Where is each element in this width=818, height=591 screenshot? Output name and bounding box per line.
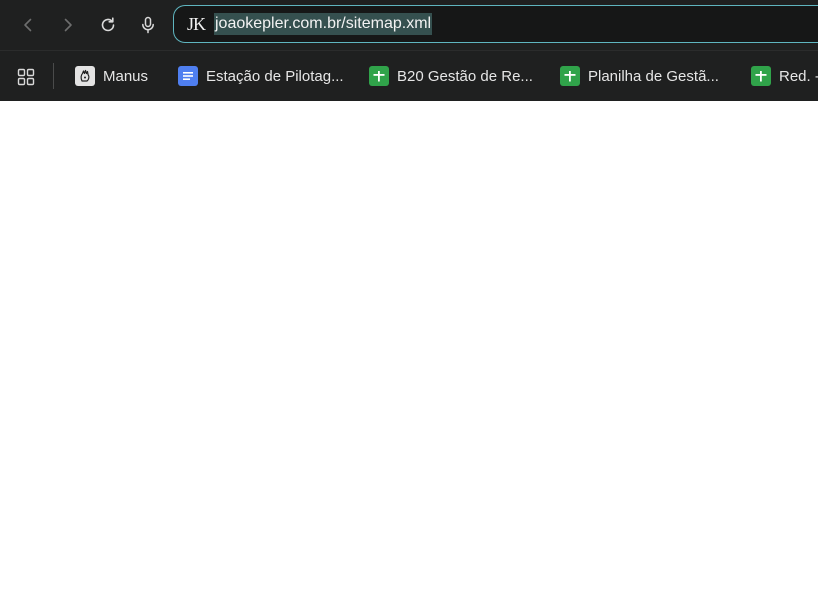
bookmark-label: Red. - xyxy=(779,67,818,85)
bookmarks-divider xyxy=(53,63,54,89)
address-bar[interactable]: JK joaokepler.com.br/sitemap.xml xyxy=(173,5,818,43)
apps-grid-icon xyxy=(16,68,36,91)
bookmark-planilha-de-gestao[interactable]: Planilha de Gestã... xyxy=(560,64,719,88)
reload-icon xyxy=(99,16,117,34)
bookmark-label: Manus xyxy=(103,67,149,85)
bookmark-label: Estação de Pilotag... xyxy=(206,67,344,85)
microphone-icon xyxy=(139,16,157,34)
bookmarks-bar: Manus Estação de Pilotag... B20 Gestão d… xyxy=(0,50,818,101)
manus-icon xyxy=(75,66,95,86)
page-content xyxy=(0,101,818,591)
google-sheets-icon xyxy=(751,66,771,86)
google-sheets-icon xyxy=(369,66,389,86)
bookmark-label: B20 Gestão de Re... xyxy=(397,67,533,85)
bookmark-label: Planilha de Gestã... xyxy=(588,67,719,85)
apps-button[interactable] xyxy=(16,67,36,87)
bookmark-manus[interactable]: Manus xyxy=(75,64,148,88)
back-button[interactable] xyxy=(13,9,43,41)
forward-button[interactable] xyxy=(53,9,83,41)
site-favicon: JK xyxy=(187,14,206,34)
bookmark-red[interactable]: Red. - xyxy=(751,64,818,88)
bookmark-estacao-de-pilotagem[interactable]: Estação de Pilotag... xyxy=(178,64,344,88)
chevron-left-icon xyxy=(20,17,36,33)
bookmark-b20-gestao[interactable]: B20 Gestão de Re... xyxy=(369,64,533,88)
chevron-right-icon xyxy=(60,17,76,33)
google-sheets-icon xyxy=(560,66,580,86)
browser-toolbar: JK joaokepler.com.br/sitemap.xml xyxy=(0,0,818,50)
reload-button[interactable] xyxy=(93,9,123,41)
voice-search-button[interactable] xyxy=(133,9,163,41)
google-docs-icon xyxy=(178,66,198,86)
url-text[interactable]: joaokepler.com.br/sitemap.xml xyxy=(214,13,433,35)
